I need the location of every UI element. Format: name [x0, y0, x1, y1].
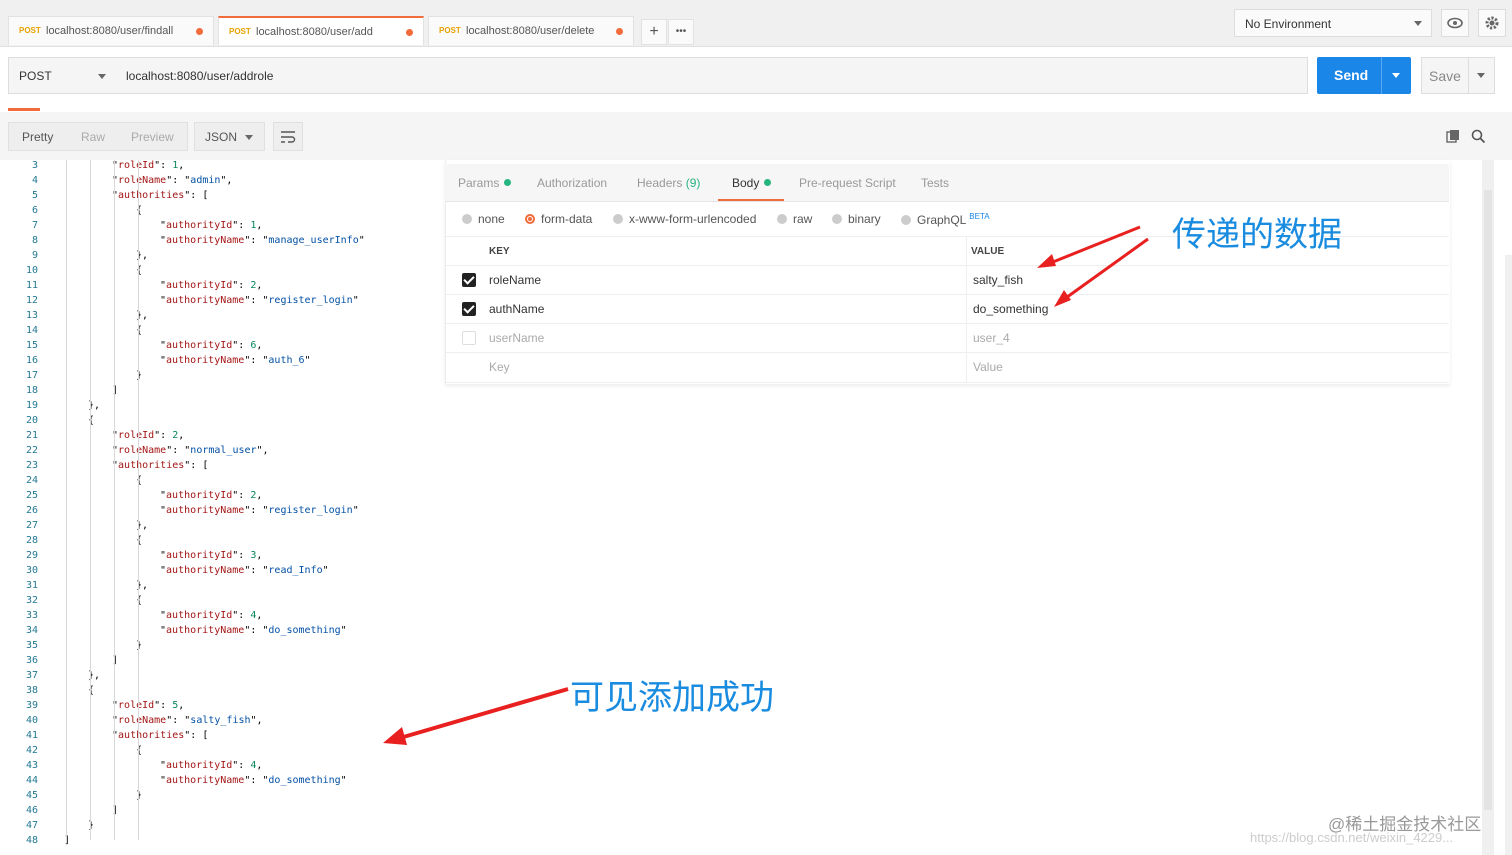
arrow-icon [383, 687, 569, 745]
arrow-icon [1054, 237, 1149, 307]
annotation-arrows [383, 225, 1149, 745]
watermark-url: https://blog.csdn.net/weixin_4229... [1250, 830, 1454, 845]
arrow-icon [1037, 225, 1141, 268]
